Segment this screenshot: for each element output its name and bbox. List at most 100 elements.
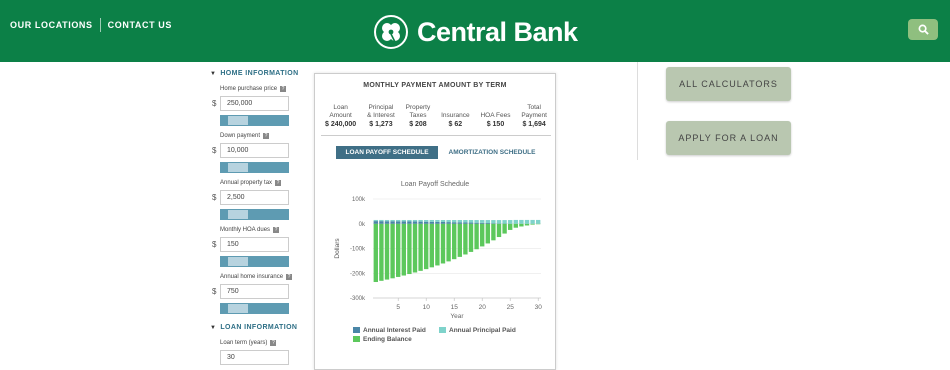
interest-bar: [401, 221, 406, 224]
home-price-input[interactable]: 250,000: [220, 96, 289, 111]
balance-bar: [407, 223, 412, 275]
legend-label: Annual Principal Paid: [449, 327, 516, 334]
divider: [321, 135, 551, 136]
apply-for-loan-button[interactable]: APPLY FOR A LOAN: [666, 121, 791, 155]
principal-bar: [435, 220, 440, 222]
balance-bar: [496, 223, 502, 238]
field-label: Monthly HOA dues: [220, 227, 271, 233]
all-calculators-button[interactable]: ALL CALCULATORS: [666, 67, 791, 101]
principal-bar: [502, 220, 507, 224]
home-insurance-input[interactable]: 750: [220, 284, 289, 299]
loan-information-heading[interactable]: ▼ LOAN INFORMATION: [210, 324, 305, 331]
search-button[interactable]: [908, 19, 938, 40]
balance-bar: [468, 223, 474, 252]
down-payment-input[interactable]: 10,000: [220, 143, 289, 158]
slider-handle[interactable]: [228, 257, 248, 266]
tab-amortization-schedule[interactable]: AMORTIZATION SCHEDULE: [446, 146, 538, 159]
summary-value: $ 240,000: [325, 121, 357, 128]
balance-bar: [424, 223, 429, 270]
loan-term-field: Loan term (years)? 30: [220, 339, 305, 365]
y-axis-label: Dollars: [334, 238, 341, 259]
principal-bar: [530, 219, 535, 224]
principal-bar: [440, 220, 446, 222]
balance-bar: [508, 223, 513, 230]
balance-bar: [401, 223, 406, 276]
help-icon[interactable]: ?: [280, 86, 287, 92]
balance-bar: [452, 223, 457, 260]
summary-value: $ 1,694: [522, 121, 546, 128]
principal-bar: [468, 220, 474, 223]
slider-handle[interactable]: [228, 116, 248, 125]
down-payment-slider[interactable]: [220, 162, 289, 173]
principal-bar: [491, 220, 496, 224]
home-information-heading[interactable]: ▼ HOME INFORMATION: [210, 70, 305, 77]
hoa-dues-field: Monthly HOA dues? $150: [212, 226, 305, 267]
balance-bar: [536, 223, 541, 225]
balance-bar: [373, 223, 378, 283]
balance-bar: [474, 223, 479, 250]
help-icon[interactable]: ?: [270, 340, 277, 346]
x-axis-label: Year: [450, 313, 464, 320]
interest-bar: [491, 223, 496, 224]
help-icon[interactable]: ?: [275, 180, 282, 186]
help-icon[interactable]: ?: [286, 274, 293, 280]
brand-name: Central Bank: [417, 16, 578, 47]
interest-bar: [452, 222, 457, 224]
balance-bar: [519, 223, 524, 227]
interest-bar: [424, 221, 429, 224]
calculator-inputs: ▼ HOME INFORMATION Home purchase price? …: [210, 70, 305, 370]
dollar-sign: $: [212, 193, 217, 202]
interest-bar: [390, 221, 395, 224]
interest-bar: [440, 221, 446, 224]
column-divider: [637, 62, 638, 160]
slider-handle[interactable]: [228, 210, 248, 219]
slider-handle[interactable]: [228, 304, 248, 313]
home-price-field: Home purchase price? $250,000: [212, 85, 305, 126]
hoa-dues-slider[interactable]: [220, 256, 289, 267]
principal-bar: [390, 219, 395, 222]
interest-bar: [429, 221, 434, 224]
y-tick-label: 100k: [352, 197, 366, 203]
x-tick-label: 15: [451, 304, 459, 311]
dollar-sign: $: [212, 146, 217, 155]
nav-separator: [99, 18, 101, 32]
home-insurance-slider[interactable]: [220, 303, 289, 314]
principal-bar: [496, 220, 502, 224]
x-tick-label: 5: [396, 304, 400, 311]
summary-label: & Interest: [367, 112, 395, 119]
interest-bar: [480, 222, 485, 224]
principal-bar: [513, 219, 518, 224]
nav-contact-us[interactable]: CONTACT US: [108, 20, 172, 30]
balance-bar: [429, 223, 434, 268]
hoa-dues-input[interactable]: 150: [220, 237, 289, 252]
loan-term-input[interactable]: 30: [220, 350, 289, 365]
brand-logo[interactable]: Central Bank: [374, 14, 578, 50]
tab-loan-payoff-schedule[interactable]: LOAN PAYOFF SCHEDULE: [336, 146, 438, 159]
help-icon[interactable]: ?: [273, 227, 280, 233]
summary-label: Amount: [329, 112, 352, 119]
field-label: Annual home insurance: [220, 274, 284, 280]
home-price-slider[interactable]: [220, 115, 289, 126]
property-tax-input[interactable]: 2,500: [220, 190, 289, 205]
field-label: Home purchase price: [220, 86, 278, 92]
help-icon[interactable]: ?: [263, 133, 270, 139]
balance-bar: [446, 223, 451, 262]
balance-bar: [530, 223, 535, 225]
summary-total-payment: Total Payment $ 1,694: [521, 96, 547, 128]
balance-bar: [384, 223, 390, 280]
principal-bar: [424, 220, 429, 222]
loan-information-title: LOAN INFORMATION: [220, 324, 298, 331]
nav-our-locations[interactable]: OUR LOCATIONS: [10, 20, 93, 30]
interest-bar: [446, 222, 451, 224]
balance-bar: [524, 223, 530, 226]
summary-insurance: Insurance $ 62: [441, 96, 470, 128]
balance-bar: [418, 223, 423, 271]
slider-handle[interactable]: [228, 163, 248, 172]
summary-label: Loan: [333, 104, 348, 111]
property-tax-slider[interactable]: [220, 209, 289, 220]
summary-value: $ 208: [409, 121, 427, 128]
balance-bar: [513, 223, 518, 228]
principal-bar: [480, 220, 485, 223]
interest-bar: [396, 221, 401, 224]
dollar-sign: $: [212, 287, 217, 296]
